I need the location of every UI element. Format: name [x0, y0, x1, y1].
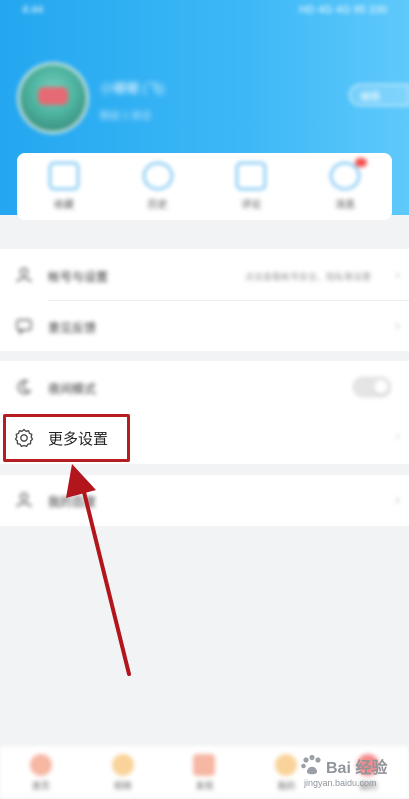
- baidu-jingyan-watermark: Bai 经验 jingyan.baidu.com: [290, 752, 406, 794]
- nav-item-home[interactable]: 首页: [11, 753, 71, 792]
- paw-logo-icon: [301, 754, 321, 775]
- nav-label: 首页: [31, 780, 50, 791]
- watermark-brand: Bai 经验: [326, 760, 388, 777]
- nav-label: 视频: [113, 780, 132, 791]
- annotation-arrow: [66, 464, 131, 676]
- nav-label: 发现: [195, 780, 214, 791]
- home-icon: [29, 753, 52, 776]
- video-icon: [111, 753, 134, 776]
- discover-icon: [193, 753, 216, 776]
- watermark-url: jingyan.baidu.com: [304, 778, 377, 788]
- nav-item-discover[interactable]: 发现: [174, 753, 234, 792]
- nav-item-video[interactable]: 视频: [93, 753, 153, 792]
